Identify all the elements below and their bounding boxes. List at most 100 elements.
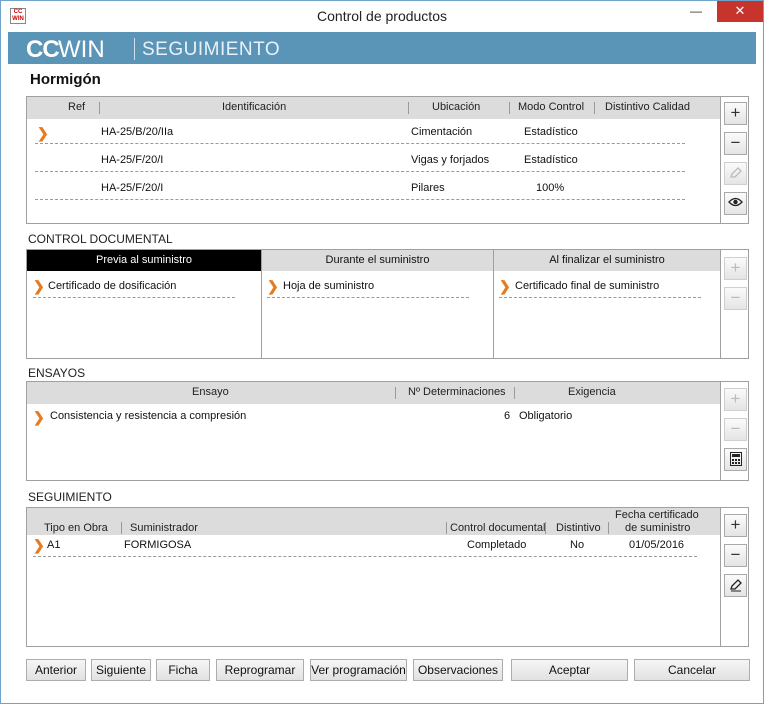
chevron-right-icon: ❯ (37, 125, 49, 141)
ver-programacion-button[interactable]: Ver programación (310, 659, 407, 681)
title-bar: CCWIN Control de productos — ☐ ✕ (1, 1, 763, 32)
cell-suministrador: FORMIGOSA (124, 539, 192, 551)
cell-determinaciones: 6 (504, 410, 511, 422)
edit-button[interactable] (724, 162, 747, 185)
banner-separator (134, 38, 135, 60)
logo-win: WIN (58, 36, 105, 63)
col-ensayo[interactable]: Ensayo (192, 386, 229, 398)
cell-distintivo: No (570, 539, 585, 551)
col-determinaciones[interactable]: Nº Determinaciones (408, 386, 506, 398)
close-icon: ✕ (734, 3, 746, 18)
calculator-button[interactable] (724, 448, 747, 471)
col-divider (99, 102, 100, 114)
module-name: SEGUIMIENTO (142, 39, 281, 60)
cell-control-documental: Completado (467, 539, 527, 551)
ficha-button[interactable]: Ficha (156, 659, 210, 681)
edit-button[interactable] (724, 574, 747, 597)
documental-side-toolbar: + − (720, 250, 748, 358)
doc-item-previa: Certificado de dosificación (48, 280, 177, 292)
page-title: Hormigón (30, 71, 101, 88)
column-divider (493, 250, 494, 358)
col-divider (509, 102, 510, 114)
reprogramar-button[interactable]: Reprogramar (216, 659, 304, 681)
add-button[interactable]: + (724, 257, 747, 280)
control-documental-label: CONTROL DOCUMENTAL (28, 232, 173, 246)
logo-cc: CC (26, 36, 60, 63)
chevron-right-icon: ❯ (33, 537, 45, 553)
products-side-toolbar: + − (720, 97, 748, 223)
view-button[interactable] (724, 192, 747, 215)
row-divider (267, 297, 469, 298)
remove-button[interactable]: − (724, 132, 747, 155)
plus-icon: + (730, 389, 741, 408)
control-documental-panel: Previa al suministro Durante el suminist… (26, 249, 749, 359)
col-divider (395, 387, 396, 399)
cancelar-button[interactable]: Cancelar (634, 659, 750, 681)
minimize-icon: — (690, 4, 702, 18)
seguimiento-label: SEGUIMIENTO (28, 490, 112, 504)
cell-modo: Estadístico (524, 154, 578, 166)
minus-icon: − (730, 133, 741, 152)
col-distintivo[interactable]: Distintivo Calidad (605, 101, 690, 113)
products-panel: Ref Identificación Ubicación Modo Contro… (26, 96, 749, 224)
minus-icon: − (730, 419, 741, 438)
col-exigencia[interactable]: Exigencia (568, 386, 616, 398)
cell-modo: 100% (536, 182, 565, 194)
doc-item-durante: Hoja de suministro (283, 280, 375, 292)
col-suministrador[interactable]: Suministrador (130, 522, 198, 534)
close-button[interactable]: ✕ (717, 1, 763, 22)
minus-icon: − (730, 545, 741, 564)
seguimiento-side-toolbar: + − (720, 508, 748, 646)
minus-icon: − (730, 288, 741, 307)
plus-icon: + (730, 258, 741, 277)
col-divider (408, 102, 409, 114)
main-window: CCWIN Control de productos — ☐ ✕ CC WIN … (0, 0, 764, 704)
row-divider (499, 297, 701, 298)
cell-ensayo: Consistencia y resistencia a compresión (50, 410, 247, 422)
col-identificacion[interactable]: Identificación (222, 101, 286, 113)
col-ubicacion[interactable]: Ubicación (432, 101, 480, 113)
anterior-button[interactable]: Anterior (26, 659, 86, 681)
add-button[interactable]: + (724, 102, 747, 125)
chevron-right-icon: ❯ (33, 409, 45, 425)
row-divider (35, 171, 685, 172)
tab-durante[interactable]: Durante el suministro (262, 250, 493, 271)
col-modo-control[interactable]: Modo Control (518, 101, 584, 113)
col-divider (446, 522, 447, 534)
col-control-documental[interactable]: Control documental (450, 522, 545, 534)
plus-icon: + (730, 515, 741, 534)
col-distintivo[interactable]: Distintivo (556, 522, 601, 534)
cell-identificacion: HA-25/F/20/I (101, 154, 164, 166)
cell-tipo-obra: A1 (47, 539, 61, 551)
products-header: Ref Identificación Ubicación Modo Contro… (27, 97, 720, 119)
remove-button[interactable]: − (724, 544, 747, 567)
aceptar-button[interactable]: Aceptar (511, 659, 628, 681)
add-button[interactable]: + (724, 514, 747, 537)
remove-button[interactable]: − (724, 287, 747, 310)
cell-identificacion: HA-25/F/20/I (101, 182, 164, 194)
ensayos-panel: Ensayo Nº Determinaciones Exigencia ❯ Co… (26, 381, 749, 481)
row-divider (33, 556, 697, 557)
col-fecha-certificado[interactable]: Fecha certificado (615, 509, 699, 521)
ensayos-label: ENSAYOS (28, 366, 86, 380)
cell-ubicacion: Cimentación (411, 126, 473, 138)
col-tipo-obra[interactable]: Tipo en Obra (44, 522, 108, 534)
chevron-right-icon: ❯ (499, 278, 511, 294)
ensayos-side-toolbar: + − (720, 382, 748, 480)
plus-icon: + (730, 103, 741, 122)
minimize-button[interactable]: — (682, 1, 710, 22)
chevron-right-icon: ❯ (33, 278, 45, 294)
add-button[interactable]: + (724, 388, 747, 411)
tab-previa[interactable]: Previa al suministro (27, 250, 261, 271)
col-divider (545, 522, 546, 534)
col-divider (594, 102, 595, 114)
col-ref[interactable]: Ref (68, 101, 85, 113)
observaciones-button[interactable]: Observaciones (413, 659, 503, 681)
calculator-icon (729, 452, 742, 466)
row-divider (35, 199, 685, 200)
tab-al-finalizar[interactable]: Al finalizar el suministro (494, 250, 720, 271)
remove-button[interactable]: − (724, 418, 747, 441)
chevron-right-icon: ❯ (267, 278, 279, 294)
siguiente-button[interactable]: Siguiente (91, 659, 151, 681)
cell-identificacion: HA-25/B/20/IIa (101, 126, 174, 138)
